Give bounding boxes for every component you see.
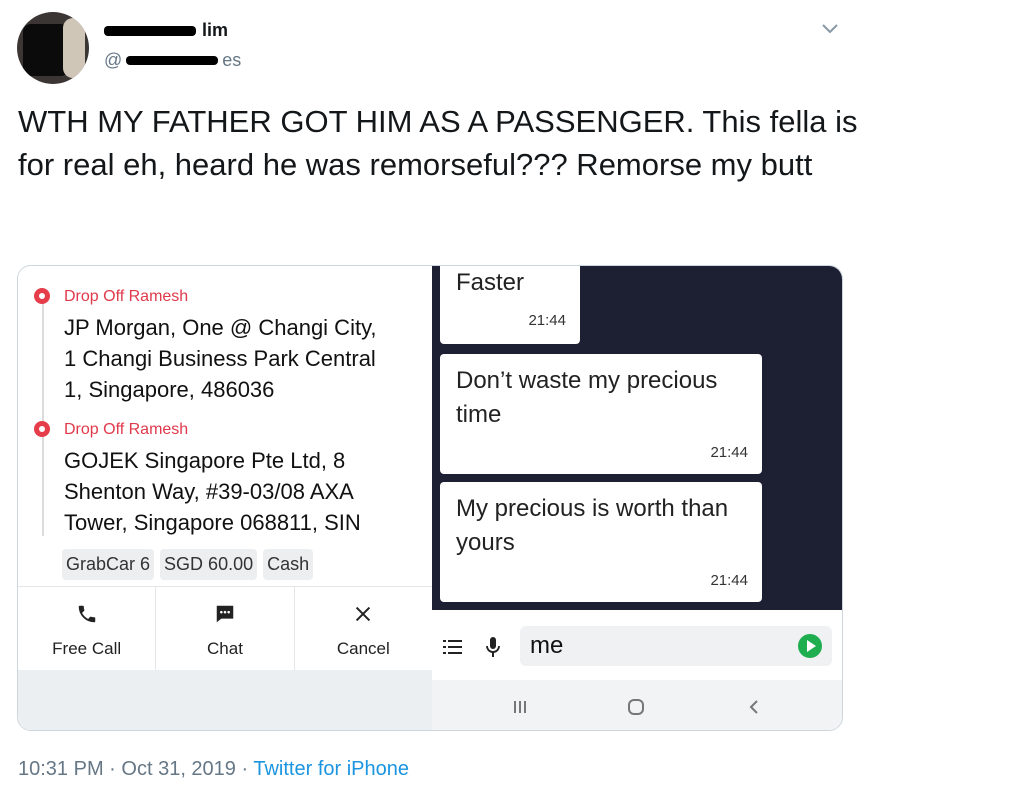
chat-background: Faster 21:44 Don’t waste my precious tim… bbox=[432, 266, 842, 610]
payment-chip: Cash bbox=[263, 549, 314, 580]
user-handle[interactable]: @ es bbox=[104, 50, 241, 71]
mic-icon[interactable] bbox=[482, 636, 504, 658]
tweet-text: WTH MY FATHER GOT HIM AS A PASSENGER. Th… bbox=[18, 104, 858, 182]
free-call-button[interactable]: Free Call bbox=[18, 587, 157, 670]
ride-details-pane: Drop Off Ramesh JP Morgan, One @ Changi … bbox=[18, 266, 432, 730]
ride-actions: Free Call Chat Cancel bbox=[18, 586, 432, 670]
back-icon[interactable] bbox=[744, 698, 764, 716]
tweet-meta: 10:31 PM · Oct 31, 2019 · Twitter for iP… bbox=[18, 758, 409, 780]
chat-input-bar: me bbox=[432, 610, 842, 680]
attached-screenshot[interactable]: Drop Off Ramesh JP Morgan, One @ Changi … bbox=[17, 265, 843, 731]
close-icon bbox=[356, 606, 371, 622]
tweet-time[interactable]: 10:31 PM bbox=[18, 758, 104, 780]
chat-message: Don’t waste my precious time 21:44 bbox=[440, 354, 762, 474]
recents-icon[interactable] bbox=[510, 698, 530, 716]
chat-message-input[interactable]: me bbox=[520, 626, 832, 666]
tweet-date[interactable]: Oct 31, 2019 bbox=[121, 758, 236, 780]
name-redaction bbox=[104, 25, 196, 36]
chat-message: Faster 21:44 bbox=[440, 266, 580, 344]
route-line bbox=[42, 296, 44, 536]
handle-redaction bbox=[126, 56, 219, 65]
home-icon[interactable] bbox=[626, 698, 646, 716]
tweet-source-link[interactable]: Twitter for iPhone bbox=[253, 758, 409, 780]
chevron-down-icon[interactable] bbox=[820, 18, 840, 38]
car-type-chip: GrabCar 6 bbox=[62, 549, 155, 580]
location-pin-icon bbox=[34, 288, 50, 304]
list-icon[interactable] bbox=[442, 636, 464, 658]
cancel-button[interactable]: Cancel bbox=[295, 587, 432, 670]
chat-pane: Faster 21:44 Don’t waste my precious tim… bbox=[432, 266, 842, 730]
location-pin-icon bbox=[34, 421, 50, 437]
phone-icon bbox=[78, 605, 95, 623]
chat-icon bbox=[216, 605, 234, 623]
chat-button[interactable]: Chat bbox=[156, 587, 295, 670]
ride-chips: GrabCar 6 SGD 60.00 Cash bbox=[62, 549, 314, 580]
avatar[interactable] bbox=[17, 12, 89, 84]
chat-message: My precious is worth than yours 21:44 bbox=[440, 482, 762, 602]
android-nav-bar bbox=[432, 680, 842, 730]
fare-chip: SGD 60.00 bbox=[160, 549, 258, 580]
send-icon[interactable] bbox=[798, 634, 822, 658]
display-name[interactable]: lim bbox=[104, 20, 228, 41]
